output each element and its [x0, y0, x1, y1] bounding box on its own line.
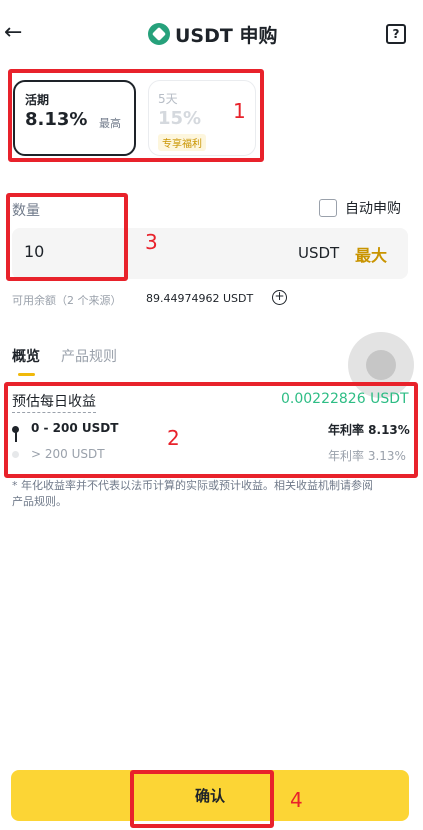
est-daily-earnings-value: 0.00222826 USDT	[281, 391, 409, 407]
est-daily-earnings-label: 预估每日收益	[12, 391, 96, 413]
term-name: 活期	[25, 93, 50, 107]
term-rate: 8.13%	[25, 109, 88, 130]
tier-rate: 年利率 3.13%	[328, 449, 406, 463]
confirm-label: 确认	[194, 787, 225, 805]
term-rate: 15%	[158, 108, 202, 129]
tab-overview[interactable]: 概览	[12, 346, 40, 366]
tier-range: > 200 USDT	[31, 447, 105, 461]
header: ← USDT 申购 ?	[0, 0, 423, 66]
auto-subscribe-label: 自动申购	[345, 201, 401, 217]
confirm-button[interactable]: 确认	[11, 770, 409, 821]
tab-active-indicator	[18, 373, 35, 376]
annotation-number-2: 2	[167, 426, 180, 450]
exclusive-badge: 专享福利	[158, 134, 206, 151]
available-balance-label: 可用余额（2 个来源）	[12, 294, 122, 307]
arrow-left-icon[interactable]: ←	[4, 20, 26, 46]
add-funds-icon[interactable]: +	[272, 290, 287, 305]
help-icon[interactable]: ?	[386, 24, 406, 44]
tab-product-rules[interactable]: 产品规则	[61, 346, 117, 366]
usdt-token-icon	[148, 23, 170, 45]
auto-subscribe-toggle[interactable]: 自动申购	[319, 198, 401, 218]
amount-field[interactable]: USDT 最大	[12, 228, 408, 279]
max-button[interactable]: 最大	[355, 242, 387, 266]
floating-assistive-button[interactable]	[348, 332, 414, 398]
tier-marker-inactive	[12, 451, 19, 458]
term-name: 5天	[158, 92, 178, 106]
annotation-number-1: 1	[233, 99, 246, 123]
auto-subscribe-checkbox[interactable]	[319, 199, 337, 217]
quantity-label: 数量	[12, 203, 40, 219]
tier-range: 0 - 200 USDT	[31, 421, 119, 435]
annotation-number-3: 3	[145, 230, 158, 254]
tier-marker-line	[15, 432, 17, 442]
amount-input[interactable]	[24, 242, 124, 261]
disclaimer-text: * 年化收益率并不代表以法币计算的实际或预计收益。相关收益机制请参阅产品规则。	[12, 479, 373, 508]
term-card-flexible[interactable]: 活期 8.13% 最高	[13, 80, 136, 156]
available-balance-value: 89.44974962 USDT	[146, 292, 254, 305]
term-subtitle: 最高	[99, 117, 121, 130]
annotation-number-4: 4	[290, 788, 303, 812]
page-title: USDT 申购	[175, 24, 278, 47]
title-wrap: USDT 申购	[148, 20, 277, 48]
tier-rate: 年利率 8.13%	[328, 423, 410, 437]
amount-unit: USDT	[298, 244, 340, 262]
